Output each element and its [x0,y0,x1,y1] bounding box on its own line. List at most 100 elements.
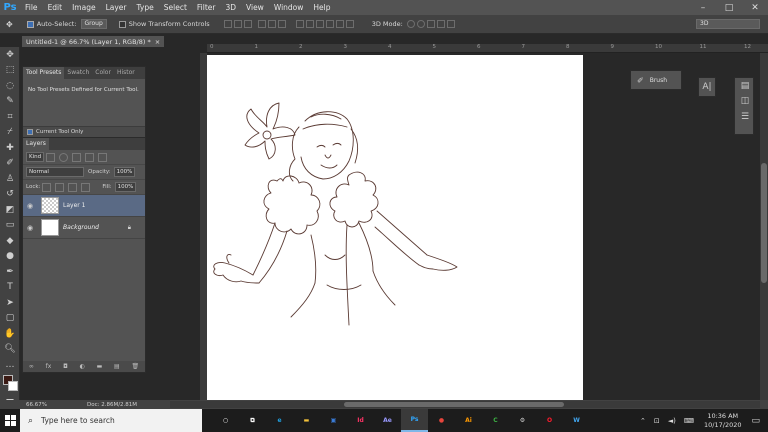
dodge-tool-icon[interactable]: ● [0,249,20,265]
character-panel-button[interactable]: A| [698,77,716,97]
adjustments-icon[interactable]: ◫ [735,94,755,110]
color-swatches[interactable] [0,373,19,397]
brush-tool-icon[interactable]: ✐ [0,156,20,172]
align-bottom-icon[interactable] [243,20,252,28]
taskbar-search-box[interactable]: ⌕ Type here to search [20,409,202,432]
taskbar-indesign-icon[interactable]: Id [347,409,374,432]
align-middle-icon[interactable] [233,20,242,28]
menu-window[interactable]: Window [269,0,309,15]
opacity-input[interactable]: 100% [113,167,136,177]
distribute-middle-icon[interactable] [305,20,314,28]
eraser-tool-icon[interactable]: ◩ [0,202,20,218]
tab-tool-presets[interactable]: Tool Presets [23,67,65,79]
filter-shape-icon[interactable] [85,152,95,162]
menu-edit[interactable]: Edit [43,0,68,15]
3d-slide-icon[interactable] [436,20,445,28]
auto-select-checkbox[interactable] [26,20,34,28]
distribute-top-icon[interactable] [295,20,304,28]
notifications-icon[interactable]: ▭ [751,416,760,426]
filter-pixel-icon[interactable] [46,152,56,162]
taskbar-camtasia-icon[interactable]: C [482,409,509,432]
network-icon[interactable]: ⊡ [654,417,660,425]
show-hidden-icons-icon[interactable]: ⌃ [640,417,646,425]
tab-history[interactable]: Histor [114,67,138,79]
minimize-button[interactable]: – [690,0,716,15]
history-brush-tool-icon[interactable]: ↺ [0,187,20,203]
move-tool-icon[interactable]: ✥ [0,47,20,63]
layer-filter-kind-dropdown[interactable]: Kind [26,152,45,162]
taskbar-file-explorer-icon[interactable]: ▬ [293,409,320,432]
taskbar-after-effects-icon[interactable]: Ae [374,409,401,432]
workspace-dropdown[interactable]: 3D [696,19,760,29]
filter-type-icon[interactable] [72,152,82,162]
horizontal-scroll-thumb[interactable] [344,402,564,407]
adjustment-layer-icon[interactable]: ◐ [80,363,85,370]
volume-icon[interactable]: ◄) [668,417,676,425]
path-select-tool-icon[interactable]: ➤ [0,295,20,311]
distribute-left-icon[interactable] [325,20,334,28]
eyedropper-tool-icon[interactable]: ⌿ [0,125,20,141]
close-button[interactable]: ✕ [742,0,768,15]
distribute-center-icon[interactable] [335,20,344,28]
start-button[interactable] [0,409,20,432]
vertical-scrollbar[interactable] [760,53,768,403]
blur-tool-icon[interactable]: ◆ [0,233,20,249]
3d-roll-icon[interactable] [416,20,425,28]
horizontal-scrollbar[interactable] [170,401,760,408]
taskbar-settings-icon[interactable]: ⚙ [509,409,536,432]
menu-select[interactable]: Select [159,0,192,15]
visibility-eye-icon[interactable]: ◉ [23,224,37,232]
taskbar-illustrator-icon[interactable]: Ai [455,409,482,432]
menu-help[interactable]: Help [308,0,335,15]
3d-scale-icon[interactable] [446,20,455,28]
link-layers-icon[interactable]: ∞ [29,363,34,370]
lock-transparent-icon[interactable] [42,182,52,192]
maximize-button[interactable]: □ [716,0,742,15]
crop-tool-icon[interactable]: ⌗ [0,109,20,125]
taskbar-chrome-icon[interactable]: ● [428,409,455,432]
clock[interactable]: 10:36 AM 10/17/2020 [704,412,741,430]
taskbar-photoshop-icon[interactable]: Ps [401,409,428,432]
close-tab-icon[interactable]: × [155,38,160,46]
taskbar-store-icon[interactable]: ▣ [320,409,347,432]
vertical-scroll-thumb[interactable] [761,163,767,283]
align-left-icon[interactable] [257,20,266,28]
move-tool-icon[interactable]: ✥ [6,20,13,29]
marquee-tool-icon[interactable]: ⬚ [0,63,20,79]
healing-tool-icon[interactable]: ✚ [0,140,20,156]
lock-all-icon[interactable] [81,182,91,192]
type-tool-icon[interactable]: T [0,280,20,296]
lasso-tool-icon[interactable]: ◌ [0,78,20,94]
new-group-icon[interactable]: ▬ [97,363,103,370]
align-top-icon[interactable] [223,20,232,28]
layer-mask-icon[interactable]: ◘ [63,363,68,370]
quick-select-tool-icon[interactable]: ✎ [0,94,20,110]
document-tab[interactable]: Untitled-1 @ 66.7% (Layer 1, RGB/8) * × [22,36,165,47]
taskbar-edge-icon[interactable]: e [266,409,293,432]
menu-view[interactable]: View [241,0,269,15]
layer-style-button[interactable]: fx [46,363,52,370]
brush-panel[interactable]: ✐ Brush [630,70,682,90]
background-color-swatch[interactable] [8,380,18,391]
lock-position-icon[interactable] [68,182,78,192]
current-tool-only-checkbox[interactable] [27,129,33,135]
shape-tool-icon[interactable]: ▢ [0,311,20,327]
document-canvas[interactable] [207,55,583,400]
visibility-eye-icon[interactable]: ◉ [23,202,37,210]
pen-tool-icon[interactable]: ✒ [0,264,20,280]
lock-image-icon[interactable] [55,182,65,192]
auto-select-dropdown[interactable]: Group [80,19,107,29]
taskbar-opera-icon[interactable]: O [536,409,563,432]
language-icon[interactable]: ⌨ [684,417,694,425]
fill-input[interactable]: 100% [114,182,137,192]
taskbar-word-like-icon[interactable]: W [563,409,590,432]
tab-color[interactable]: Color [92,67,114,79]
delete-layer-icon[interactable]: 🗑︎ [131,363,139,370]
more-tools-icon[interactable]: … [0,357,20,373]
hand-tool-icon[interactable]: ✋ [0,326,20,342]
menu-layer[interactable]: Layer [101,0,132,15]
3d-rotate-icon[interactable] [406,20,415,28]
new-layer-icon[interactable]: ▤ [114,363,120,370]
menu-3d[interactable]: 3D [220,0,241,15]
clone-stamp-tool-icon[interactable]: ♙ [0,171,20,187]
